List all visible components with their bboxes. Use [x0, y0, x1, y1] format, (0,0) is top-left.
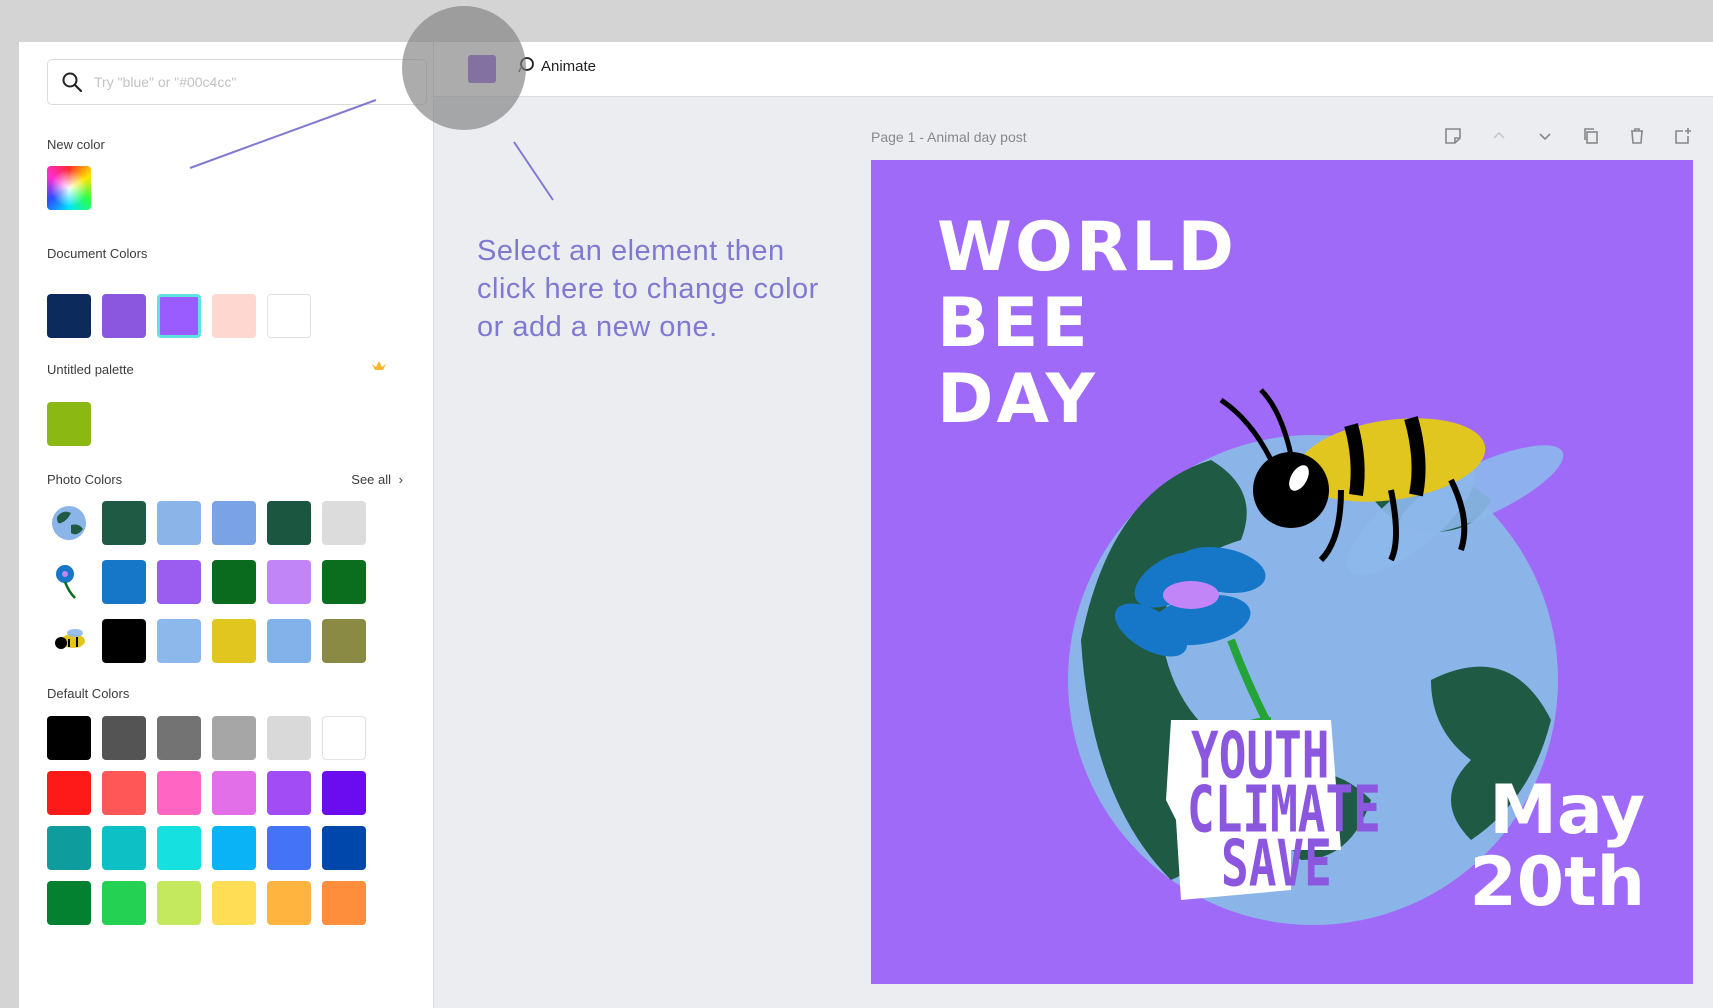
default-color-swatch[interactable] [47, 826, 91, 870]
see-all-label: See all [351, 472, 392, 487]
photo-color-swatch[interactable] [102, 501, 146, 545]
default-color-swatch[interactable] [102, 716, 146, 760]
default-color-swatch[interactable] [212, 716, 256, 760]
document-color-swatch[interactable] [47, 294, 91, 338]
chevron-down-icon [1539, 133, 1551, 141]
duplicate-page-button[interactable] [1577, 124, 1605, 148]
trash-icon [1631, 128, 1643, 144]
default-color-swatch[interactable] [212, 771, 256, 815]
document-color-swatch[interactable] [102, 294, 146, 338]
photo-thumb-earth[interactable] [47, 501, 91, 545]
untitled-palette-label: Untitled palette [47, 362, 134, 377]
copy-icon [1584, 128, 1598, 144]
default-color-swatch[interactable] [102, 881, 146, 925]
default-color-swatch[interactable] [322, 716, 366, 760]
add-page-icon [1675, 128, 1691, 144]
chevron-up-icon [1493, 131, 1505, 139]
move-page-up-button[interactable] [1485, 124, 1513, 148]
photo-color-swatch[interactable] [102, 560, 146, 604]
design-title-line-2: BEE [937, 284, 1091, 363]
photo-thumb-bee[interactable] [47, 619, 91, 663]
document-color-swatch[interactable] [157, 294, 201, 338]
default-color-swatch[interactable] [267, 881, 311, 925]
design-title-line-3: DAY [937, 360, 1098, 439]
delete-page-button[interactable] [1623, 124, 1651, 148]
color-panel: New color Document Colors Untitled palet… [19, 42, 434, 1008]
design-date-line-1: May [1489, 771, 1645, 850]
document-color-swatch[interactable] [267, 294, 311, 338]
default-color-swatch[interactable] [322, 771, 366, 815]
notes-button[interactable] [1439, 124, 1467, 148]
photo-color-swatch[interactable] [212, 560, 256, 604]
document-color-swatch[interactable] [212, 294, 256, 338]
default-color-swatch[interactable] [267, 716, 311, 760]
photo-color-swatch[interactable] [267, 619, 311, 663]
see-all-link[interactable]: See all › [351, 472, 403, 487]
crown-icon[interactable] [371, 360, 387, 374]
palette-color-swatch[interactable] [47, 402, 91, 446]
page-title: Page 1 - Animal day post [871, 129, 1027, 145]
notes-icon [1445, 128, 1461, 144]
default-color-swatch[interactable] [47, 716, 91, 760]
photo-color-swatch[interactable] [157, 501, 201, 545]
default-color-swatch[interactable] [157, 881, 201, 925]
default-color-swatch[interactable] [157, 771, 201, 815]
earth-thumb-icon [52, 506, 86, 540]
top-toolbar: Animate [434, 42, 1713, 97]
default-color-swatch[interactable] [267, 826, 311, 870]
photo-color-swatch[interactable] [157, 619, 201, 663]
photo-thumb-flower[interactable] [47, 560, 91, 604]
photo-color-swatch[interactable] [267, 560, 311, 604]
photo-color-swatch[interactable] [322, 560, 366, 604]
photo-color-swatch[interactable] [157, 560, 201, 604]
chevron-right-icon: › [398, 472, 403, 487]
design-date-line-2: 20th [1469, 843, 1645, 922]
new-color-label: New color [47, 137, 105, 152]
default-color-swatch[interactable] [212, 881, 256, 925]
default-color-swatch[interactable] [322, 881, 366, 925]
search-icon [62, 72, 82, 92]
tutorial-hint-text: Select an element then click here to cha… [477, 235, 819, 343]
photo-color-swatch[interactable] [102, 619, 146, 663]
default-color-swatch[interactable] [322, 826, 366, 870]
default-colors-label: Default Colors [47, 686, 130, 701]
new-color-button[interactable] [47, 166, 91, 210]
flower-thumb-icon [56, 565, 76, 599]
move-page-down-button[interactable] [1531, 124, 1559, 148]
color-search-input[interactable] [92, 73, 396, 91]
document-colors-label: Document Colors [47, 246, 148, 261]
highlight-circle [402, 6, 526, 130]
default-color-swatch[interactable] [157, 716, 201, 760]
bee-thumb-icon [55, 629, 85, 649]
color-search-box[interactable] [47, 59, 427, 105]
photo-color-swatch[interactable] [322, 619, 366, 663]
default-color-swatch[interactable] [212, 826, 256, 870]
design-title-line-1: WORLD [937, 208, 1237, 287]
photo-color-swatch[interactable] [212, 619, 256, 663]
photo-color-swatch[interactable] [267, 501, 311, 545]
default-color-swatch[interactable] [47, 881, 91, 925]
photo-colors-label: Photo Colors [47, 472, 123, 487]
add-page-button[interactable] [1669, 124, 1697, 148]
default-color-swatch[interactable] [102, 771, 146, 815]
design-canvas[interactable]: WORLD BEE DAY YOUTH CLIMATE SAVE May 20t… [871, 160, 1693, 984]
photo-color-swatch[interactable] [212, 501, 256, 545]
photo-color-swatch[interactable] [322, 501, 366, 545]
editor-window: New color Document Colors Untitled palet… [19, 42, 1713, 1008]
default-color-swatch[interactable] [102, 826, 146, 870]
default-color-swatch[interactable] [157, 826, 201, 870]
animate-button[interactable]: Animate [515, 56, 596, 76]
badge-line-3: SAVE [1221, 825, 1332, 901]
default-color-swatch[interactable] [47, 771, 91, 815]
default-color-swatch[interactable] [267, 771, 311, 815]
animate-label: Animate [541, 57, 597, 75]
